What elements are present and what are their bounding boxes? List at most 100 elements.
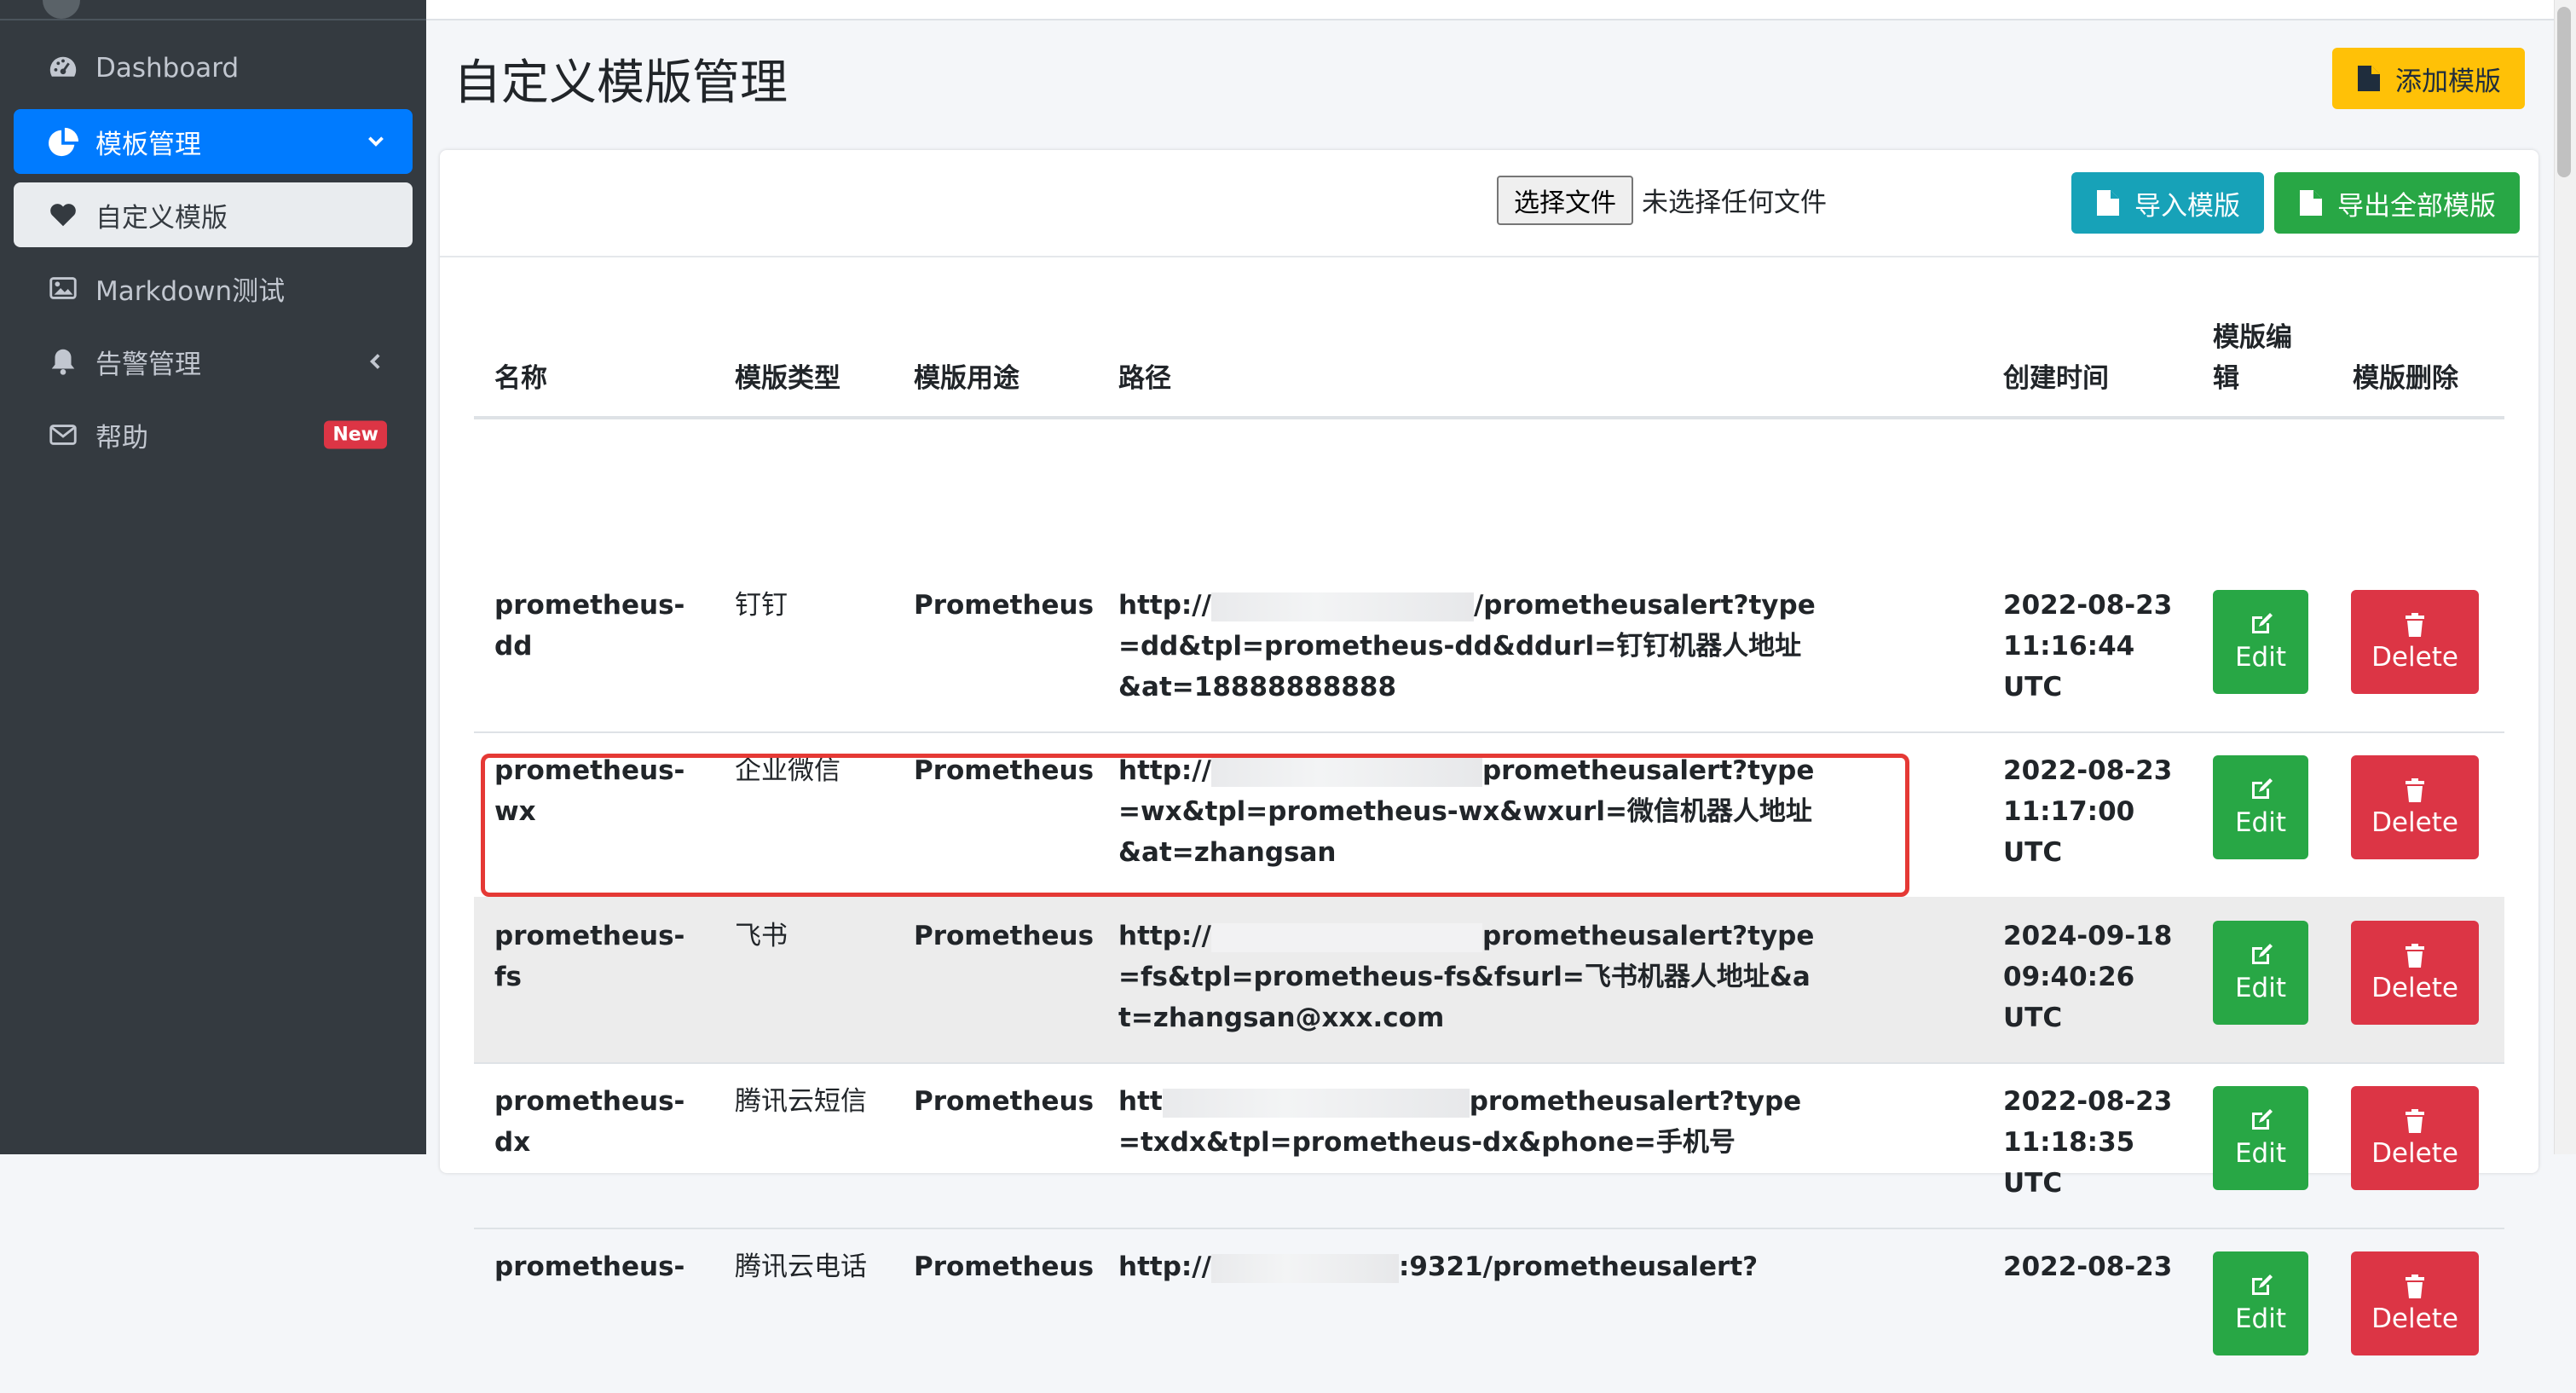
sidebar-item-templates[interactable]: 模板管理 [14,109,413,174]
file-icon [2300,190,2322,216]
export-all-label: 导出全部模版 [2337,190,2496,222]
edit-button[interactable]: Edit [2213,921,2308,1025]
pie-chart-icon [46,124,80,159]
delete-label: Delete [2371,807,2458,838]
cell-path: http://prometheusalert?type=fs&tpl=prome… [1118,916,1817,1038]
sidebar-item-markdown-test[interactable]: Markdown测试 [14,256,413,321]
delete-button[interactable]: Delete [2351,1086,2479,1190]
envelope-icon [46,418,80,452]
table-row: prometheus-wx 企业微信 Prometheus http://pro… [474,731,2504,899]
edit-icon [2252,1109,2273,1130]
edit-icon [2252,613,2273,633]
cell-type: 企业微信 [735,755,840,786]
file-status-text: 未选择任何文件 [1642,188,1827,218]
cell-use: Prometheus [914,921,1095,951]
delete-label: Delete [2371,642,2458,673]
header-edit: 模版编辑 [2213,322,2292,394]
tachometer-icon [46,51,80,85]
sidebar-item-dashboard[interactable]: Dashboard [14,36,413,101]
trash-icon [2406,1109,2424,1133]
delete-button[interactable]: Delete [2351,755,2479,859]
page-title: 自定义模版管理 [453,55,788,111]
edit-button[interactable]: Edit [2213,1086,2308,1190]
delete-button[interactable]: Delete [2351,590,2479,694]
sidebar-item-alerts[interactable]: 告警管理 [14,329,413,394]
cell-created: 2022-08-23 11:16:44 UTC [2003,590,2173,702]
cell-use: Prometheus [914,590,1095,621]
sidebar-item-label: 告警管理 [95,349,201,380]
trash-icon [2406,1275,2424,1298]
redacted-host [1210,922,1482,952]
edit-icon [2252,1275,2273,1295]
table-row: prometheus- 腾讯云电话 Prometheus http://:932… [474,1228,2504,1393]
table-row: prometheus-dd 钉钉 Prometheus http:///prom… [474,566,2504,733]
delete-label: Delete [2371,1138,2458,1169]
table-row: prometheus-fs 飞书 Prometheus http://prome… [474,897,2504,1064]
edit-icon [2252,944,2273,964]
cell-use: Prometheus [914,1251,1095,1282]
header-delete: 模版删除 [2353,363,2458,394]
sidebar-item-label: Markdown测试 [95,275,286,307]
path-start: http:// [1118,755,1211,786]
delete-button[interactable]: Delete [2351,1251,2479,1355]
delete-button[interactable]: Delete [2351,921,2479,1025]
export-all-button[interactable]: 导出全部模版 [2274,172,2520,234]
brand-logo[interactable] [43,0,80,19]
cell-type: 飞书 [735,921,788,951]
add-template-label: 添加模版 [2395,66,2501,97]
path-start: http:// [1118,1251,1211,1282]
import-template-label: 导入模版 [2134,190,2240,222]
chevron-left-icon [365,350,387,373]
edit-label: Edit [2234,1138,2287,1169]
templates-card: 选择文件 未选择任何文件 导入模版 导出全部模版 名称 模版类型 模版用途 路径… [440,150,2538,1355]
edit-label: Edit [2234,973,2287,1003]
add-template-button[interactable]: 添加模版 [2332,48,2525,109]
card-header: 选择文件 未选择任何文件 导入模版 导出全部模版 [440,150,2538,257]
header-use: 模版用途 [914,363,1019,394]
file-icon [2097,190,2119,216]
cell-type: 腾讯云短信 [735,1086,867,1117]
cell-path: http://prometheusalert?type=wx&tpl=prome… [1118,750,1817,873]
sidebar-item-custom-templates[interactable]: 自定义模版 [14,182,413,247]
table-header: 名称 模版类型 模版用途 路径 创建时间 模版编辑 模版删除 [474,312,2504,419]
redacted-host [1162,1088,1470,1118]
trash-icon [2406,613,2424,637]
header-path: 路径 [1118,363,1171,394]
cell-name: prometheus-dd [494,590,685,662]
cell-created: 2024-09-18 09:40:26 UTC [2003,921,2173,1033]
cell-path: http:///prometheusalert?type=dd&tpl=prom… [1118,585,1817,708]
choose-file-button[interactable]: 选择文件 [1497,176,1633,225]
import-template-button[interactable]: 导入模版 [2071,172,2264,234]
cell-use: Prometheus [914,1086,1095,1117]
trash-icon [2406,944,2424,968]
scrollbar-thumb[interactable] [2557,7,2571,177]
cell-path: http:// :9321/prometheusalert? [1118,1246,1817,1287]
edit-button[interactable]: Edit [2213,755,2308,859]
edit-button[interactable]: Edit [2213,1251,2308,1355]
redacted-host [1210,757,1482,787]
image-icon [46,271,80,305]
edit-label: Edit [2234,1303,2287,1334]
cell-use: Prometheus [914,755,1095,786]
file-icon [2358,66,2380,91]
cell-name: prometheus-dx [494,1086,685,1158]
cell-created: 2022-08-23 [2003,1251,2173,1282]
trash-icon [2406,778,2424,802]
path-start: htt [1118,1086,1163,1117]
edit-label: Edit [2234,642,2287,673]
path-end: :9321/prometheusalert? [1398,1251,1759,1282]
cell-name: prometheus-wx [494,755,685,827]
cell-type: 钉钉 [735,590,788,621]
top-navbar [426,0,2576,20]
new-badge: New [324,420,387,449]
sidebar-item-label: Dashboard [95,53,240,84]
header-created: 创建时间 [2003,363,2109,394]
chevron-down-icon [365,130,387,153]
sidebar-divider [0,19,426,20]
sidebar: Dashboard 模板管理 自定义模版 Markdown测试 告警管理 帮助 … [0,0,426,1154]
edit-button[interactable]: Edit [2213,590,2308,694]
table-row: prometheus-dx 腾讯云短信 Prometheus htt promet… [474,1062,2504,1229]
sidebar-item-help[interactable]: 帮助 New [14,402,413,467]
delete-label: Delete [2371,973,2458,1003]
sidebar-item-label: 模板管理 [95,129,201,160]
